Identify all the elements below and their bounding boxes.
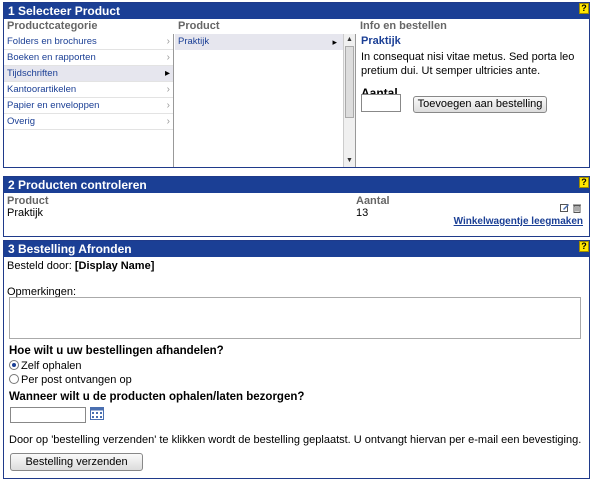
add-to-order-button[interactable]: Toevoegen aan bestelling: [413, 96, 547, 113]
remarks-textarea[interactable]: [9, 297, 581, 339]
calendar-icon[interactable]: [90, 407, 104, 420]
select-product-header: 1 Selecteer Product ?: [4, 3, 589, 19]
category-item[interactable]: Overig ›: [4, 114, 173, 130]
quantity-input[interactable]: [361, 94, 401, 112]
category-item[interactable]: Tijdschriften ▸: [4, 66, 173, 82]
date-input[interactable]: [10, 407, 86, 423]
column-header-product: Product: [178, 20, 220, 32]
send-order-button[interactable]: Bestelling verzenden: [10, 453, 143, 471]
section-title: 2 Producten controleren: [8, 178, 147, 192]
review-products-header: 2 Producten controleren ?: [4, 177, 589, 193]
product-info-title: Praktijk: [361, 35, 401, 47]
category-list: Folders en brochures › Boeken en rapporte…: [4, 34, 174, 167]
cart-row-quantity: 13: [356, 207, 369, 219]
chevron-right-icon: ▸: [332, 37, 337, 47]
finish-order-header: 3 Bestelling Afronden ?: [4, 241, 589, 257]
radio-button[interactable]: [9, 374, 19, 384]
category-label: Folders en brochures: [7, 36, 97, 47]
cart-row-product: Praktijk: [7, 207, 44, 219]
column-header-quantity: Aantal: [356, 195, 390, 207]
trash-icon[interactable]: [572, 203, 582, 213]
ordered-by-label: Besteld door:: [7, 260, 72, 272]
help-icon[interactable]: ?: [579, 3, 589, 14]
option-post[interactable]: Per post ontvangen op: [9, 374, 132, 386]
scroll-thumb[interactable]: [345, 46, 354, 118]
empty-cart-link[interactable]: Winkelwagentje leegmaken: [454, 216, 583, 227]
category-label: Overig: [7, 116, 35, 127]
category-label: Boeken en rapporten: [7, 52, 96, 63]
section-title: 1 Selecteer Product: [8, 4, 121, 18]
chevron-right-icon: ›: [166, 36, 170, 47]
chevron-right-icon: ›: [166, 84, 170, 95]
ordered-by-value: [Display Name]: [74, 260, 155, 272]
category-item[interactable]: Boeken en rapporten ›: [4, 50, 173, 66]
help-icon[interactable]: ?: [579, 177, 589, 188]
option-pickup[interactable]: Zelf ophalen: [9, 360, 82, 372]
ordered-by: Besteld door: [Display Name]: [7, 260, 154, 272]
chevron-right-icon: ›: [166, 52, 170, 63]
chevron-right-icon: ›: [166, 116, 170, 127]
category-label: Kantoorartikelen: [7, 84, 77, 95]
edit-icon[interactable]: [560, 203, 570, 213]
product-info: Praktijk In consequat nisi vitae metus. …: [357, 34, 589, 167]
column-header-info: Info en bestellen: [360, 20, 447, 32]
column-header-category: Productcategorie: [7, 20, 98, 32]
section-title: 3 Bestelling Afronden: [8, 242, 132, 256]
scroll-up-icon[interactable]: ▲: [344, 34, 355, 46]
chevron-right-icon: ▸: [164, 68, 170, 79]
product-label: Praktijk: [178, 36, 210, 47]
option-label: Zelf ophalen: [21, 360, 82, 372]
option-label: Per post ontvangen op: [21, 374, 132, 386]
product-item[interactable]: Praktijk ▸: [175, 34, 343, 50]
order-notice: Door op 'bestelling verzenden' te klikke…: [9, 434, 582, 446]
product-list: Praktijk ▸ ▲ ▼: [175, 34, 356, 167]
category-item[interactable]: Kantoorartikelen ›: [4, 82, 173, 98]
scroll-down-icon[interactable]: ▼: [344, 155, 355, 167]
chevron-right-icon: ›: [166, 100, 170, 111]
review-products-panel: 2 Producten controleren ? Product Aantal…: [3, 176, 590, 237]
select-product-panel: 1 Selecteer Product ? Productcategorie P…: [3, 2, 590, 168]
column-header-product: Product: [7, 195, 49, 207]
product-list-scrollbar[interactable]: ▲ ▼: [343, 34, 355, 167]
help-icon[interactable]: ?: [579, 241, 589, 252]
category-label: Papier en enveloppen: [7, 100, 100, 111]
category-item[interactable]: Folders en brochures ›: [4, 34, 173, 50]
product-info-description: In consequat nisi vitae metus. Sed porta…: [361, 51, 575, 77]
category-label: Tijdschriften: [7, 68, 58, 79]
radio-button-selected[interactable]: [9, 360, 19, 370]
date-question: Wanneer wilt u de producten ophalen/late…: [9, 391, 305, 403]
handling-question: Hoe wilt u uw bestellingen afhandelen?: [9, 345, 224, 357]
finish-order-panel: 3 Bestelling Afronden ? Besteld door: [D…: [3, 240, 590, 479]
category-item[interactable]: Papier en enveloppen ›: [4, 98, 173, 114]
